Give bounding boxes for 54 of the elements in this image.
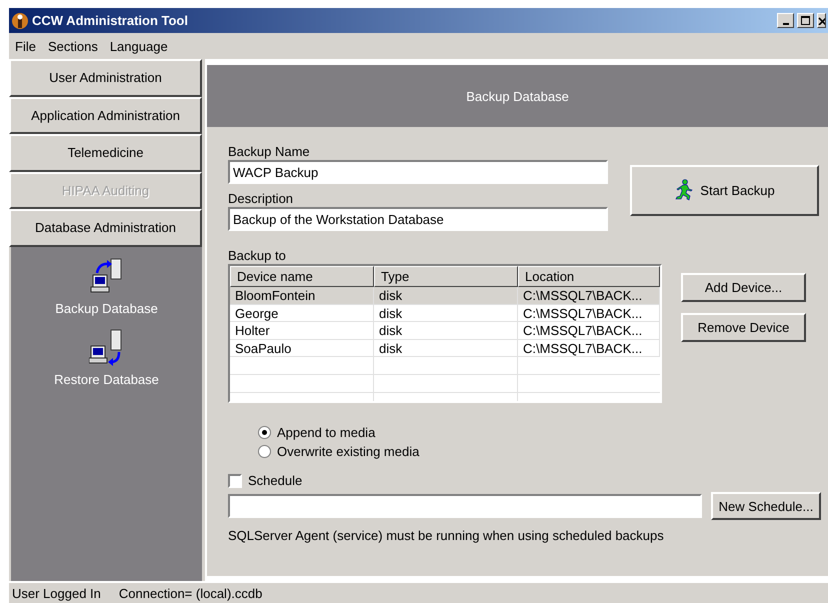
menu-item[interactable]: Sections [44, 38, 102, 54]
table-cell[interactable]: C:\MSSQL7\BACK... [518, 287, 660, 304]
option-label: Schedule [248, 472, 302, 489]
table-cell[interactable]: C:\MSSQL7\BACK... [518, 322, 660, 340]
field-label: Backup Name [228, 143, 311, 160]
panel-title: Backup Database [466, 88, 569, 104]
table-cell[interactable]: Holter [230, 322, 374, 340]
column-header[interactable]: Type [374, 266, 518, 287]
section-label: Backup to [228, 247, 287, 264]
start-backup-button[interactable]: Start Backup [630, 164, 819, 216]
maximize-icon [801, 16, 810, 25]
restore-database-icon [88, 328, 124, 368]
maximize-button[interactable] [797, 13, 814, 28]
status-text: User Logged In [12, 586, 101, 600]
note-text: SQLServer Agent (service) must be running when using scheduled backups [228, 527, 665, 544]
device-button[interactable]: Remove Device [681, 313, 806, 342]
radio-button[interactable] [258, 426, 271, 439]
table-cell[interactable]: SoaPaulo [230, 340, 374, 357]
table-cell[interactable]: George [230, 304, 374, 322]
section-button[interactable]: Database Administration [9, 209, 202, 246]
checkbox[interactable] [228, 474, 242, 488]
column-header[interactable]: Device name [230, 266, 374, 287]
table-cell[interactable]: disk [374, 340, 518, 357]
close-icon [818, 16, 825, 24]
section-button[interactable]: Application Administration [9, 96, 202, 134]
table-cell[interactable]: disk [374, 287, 518, 304]
status-text: Connection= (local).ccdb [118, 586, 262, 600]
running-man-icon [674, 179, 694, 201]
section-button[interactable]: User Administration [9, 59, 202, 96]
table-cell[interactable]: C:\MSSQL7\BACK... [518, 340, 660, 357]
minimize-icon [782, 23, 788, 25]
table-cell[interactable]: C:\MSSQL7\BACK... [518, 304, 660, 322]
app-logo-icon [11, 12, 29, 30]
column-header[interactable]: Location [518, 266, 660, 287]
menu-item[interactable]: File [11, 38, 40, 54]
new-schedule-button[interactable]: New Schedule... [711, 492, 821, 520]
radio-button[interactable] [258, 445, 271, 458]
schedule-field[interactable] [228, 494, 702, 518]
table-cell[interactable]: disk [374, 304, 518, 322]
menu-item[interactable]: Language [106, 38, 172, 54]
minimize-button[interactable] [777, 13, 794, 28]
section-button[interactable]: Telemedicine [9, 134, 202, 172]
close-button[interactable] [817, 13, 826, 28]
field-label: Description [228, 190, 294, 207]
option-label: Overwrite existing media [277, 443, 420, 460]
panel-item-label[interactable]: Backup Database [55, 300, 158, 316]
backup-name-field[interactable]: WACP Backup [228, 160, 608, 184]
device-button[interactable]: Add Device... [681, 273, 806, 302]
table-cell[interactable]: BloomFontein [230, 287, 374, 304]
panel-item-label[interactable]: Restore Database [54, 372, 159, 386]
description-field[interactable]: Backup of the Workstation Database [228, 207, 608, 231]
option-label: Append to media [277, 424, 376, 441]
window-title: CCW Administration Tool [32, 13, 189, 28]
table-cell[interactable]: disk [374, 322, 518, 340]
